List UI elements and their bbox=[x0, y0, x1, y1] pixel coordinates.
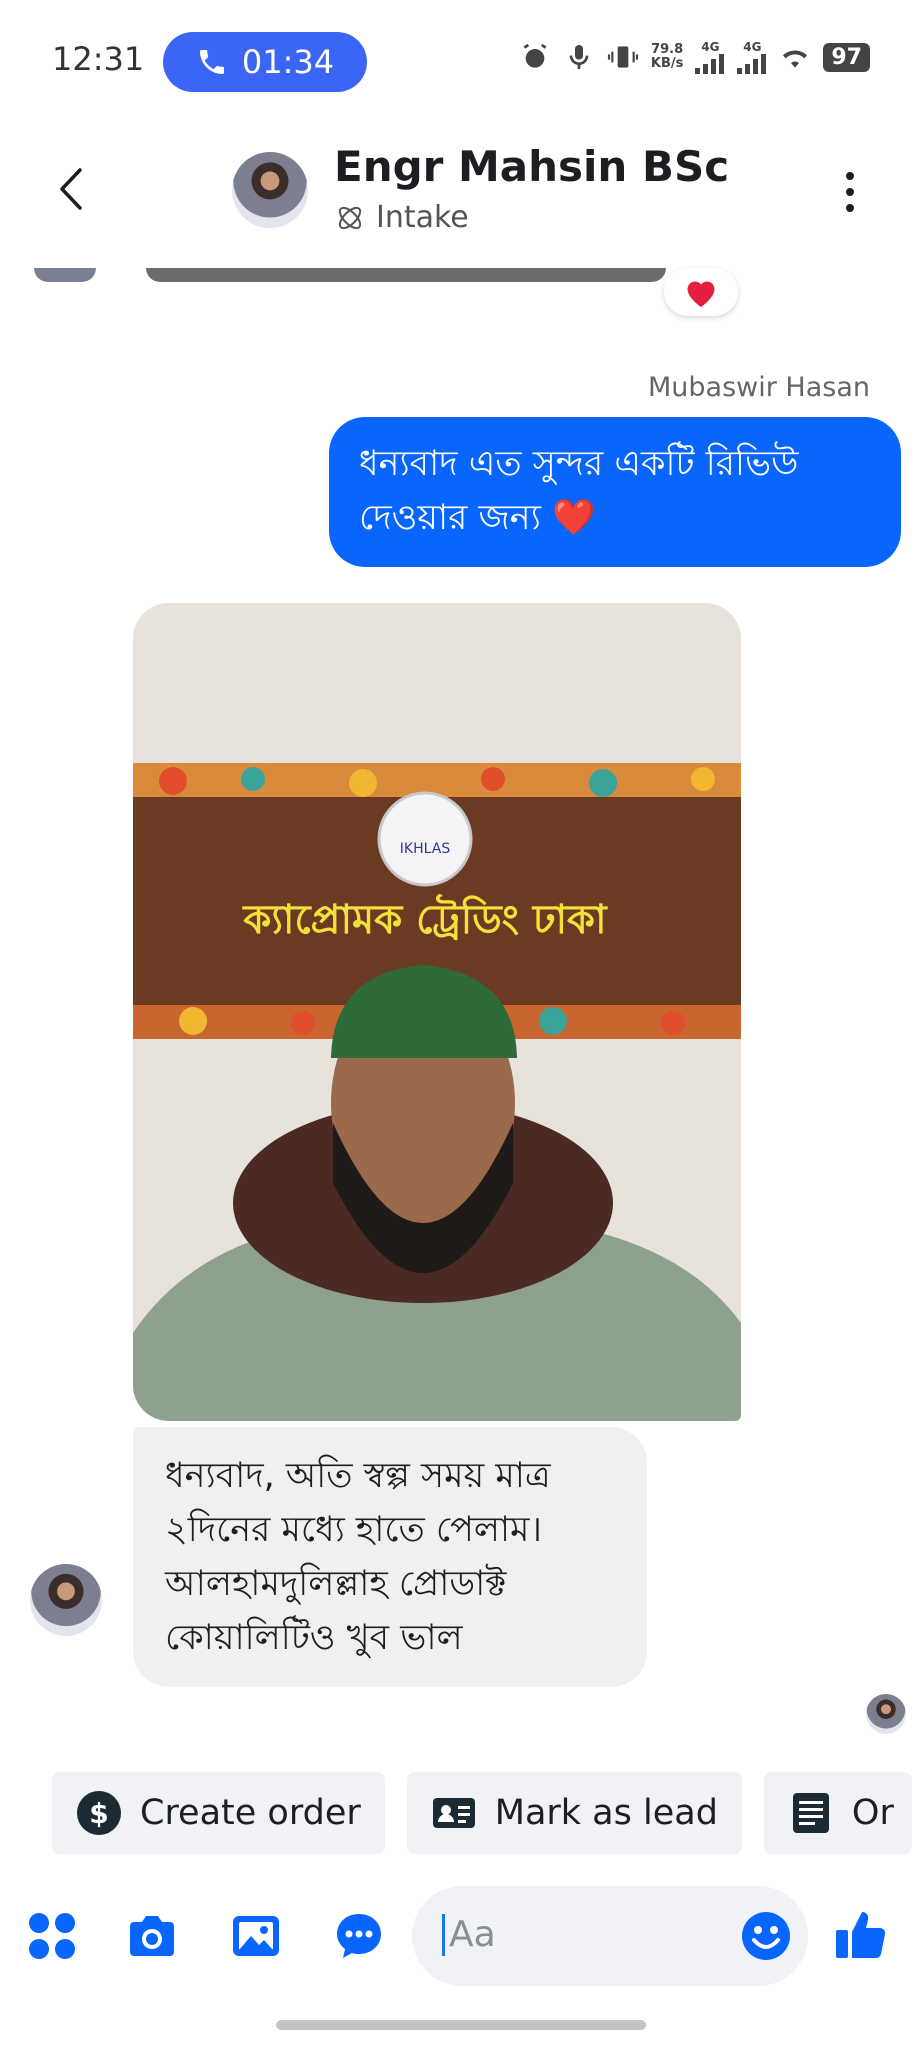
mark-as-lead-label: Mark as lead bbox=[494, 1793, 718, 1833]
contact-subtitle: Intake bbox=[334, 200, 469, 235]
signal-bars-icon bbox=[695, 54, 725, 74]
call-timer: 01:34 bbox=[241, 43, 335, 81]
shared-photo[interactable]: IKHLAS ক্যাপ্রোমক ট্রেডিং ঢাকা bbox=[133, 603, 741, 1421]
create-order-button[interactable]: $ Create order bbox=[52, 1772, 385, 1854]
message-composer: Aa bbox=[0, 1880, 922, 1992]
phone-icon bbox=[199, 50, 224, 74]
network-speed: 79.8 KB/s bbox=[651, 43, 683, 71]
heart-reaction[interactable] bbox=[664, 268, 738, 316]
dollar-icon: $ bbox=[77, 1791, 121, 1835]
banner-logo-text: IKHLAS bbox=[400, 841, 451, 857]
vibrate-icon bbox=[607, 46, 638, 68]
mark-as-lead-button[interactable]: Mark as lead bbox=[406, 1772, 742, 1854]
back-arrow-icon[interactable] bbox=[52, 164, 92, 214]
network-type-1: 4G bbox=[701, 40, 720, 54]
intake-icon bbox=[338, 206, 362, 229]
banner-text: ক্যাপ্রোমক ট্রেডিং ঢাকা bbox=[241, 894, 608, 943]
chat-header: Engr Mahsin BSc Intake bbox=[0, 104, 922, 272]
create-order-label: Create order bbox=[140, 1793, 361, 1833]
more-options-icon[interactable] bbox=[842, 170, 858, 214]
status-time: 12:31 bbox=[52, 40, 145, 78]
network-type-2: 4G bbox=[743, 40, 762, 54]
signal-2: 4G bbox=[737, 40, 767, 74]
sender-name: Mubaswir Hasan bbox=[648, 372, 870, 403]
signal-1: 4G bbox=[695, 40, 725, 74]
apps-menu-icon[interactable] bbox=[26, 1910, 78, 1962]
message-input[interactable]: Aa bbox=[412, 1886, 808, 1986]
net-speed-value: 79.8 bbox=[651, 42, 684, 57]
system-icons: 79.8 KB/s 4G 4G 97 bbox=[519, 40, 870, 74]
microphone-icon bbox=[569, 45, 589, 69]
order-label: Or bbox=[851, 1793, 894, 1833]
gallery-icon[interactable] bbox=[230, 1910, 282, 1962]
contact-name[interactable]: Engr Mahsin BSc bbox=[334, 142, 729, 191]
svg-text:$: $ bbox=[89, 1797, 108, 1830]
incoming-sender-avatar[interactable] bbox=[30, 1564, 102, 1636]
home-indicator[interactable] bbox=[276, 2020, 646, 2030]
chat-bubble-icon[interactable] bbox=[333, 1910, 385, 1962]
document-icon bbox=[792, 1793, 829, 1833]
id-card-icon bbox=[432, 1798, 475, 1828]
camera-icon[interactable] bbox=[126, 1910, 178, 1962]
previous-image-edge[interactable] bbox=[146, 268, 666, 282]
contact-avatar[interactable] bbox=[232, 152, 308, 228]
status-bar: 12:31 01:34 79.8 KB/s 4G 4G 97 bbox=[0, 0, 922, 104]
incoming-message-bubble[interactable]: ধন্যবাদ, অতি স্বল্প সময় মাত্র ২দিনের মধ… bbox=[133, 1427, 647, 1687]
battery-level: 97 bbox=[823, 42, 870, 72]
quick-actions-bar: $ Create order Mark as lead Or bbox=[52, 1772, 912, 1854]
heart-icon bbox=[687, 281, 715, 307]
contact-subtitle-text: Intake bbox=[376, 200, 469, 235]
outgoing-message-bubble[interactable]: ধন্যবাদ এত সুন্দর একটি রিভিউ দেওয়ার জন্… bbox=[329, 417, 901, 567]
wifi-icon bbox=[783, 50, 808, 68]
thumbs-up-icon[interactable] bbox=[834, 1906, 890, 1962]
photo-image: IKHLAS ক্যাপ্রোমক ট্রেডিং ঢাকা bbox=[133, 603, 741, 1421]
seen-receipt-avatar bbox=[866, 1694, 906, 1734]
net-speed-unit: KB/s bbox=[650, 56, 684, 71]
order-button[interactable]: Or bbox=[763, 1772, 912, 1854]
ongoing-call-pill[interactable]: 01:34 bbox=[163, 32, 367, 92]
signal-bars-icon bbox=[737, 54, 767, 74]
alarm-icon bbox=[523, 43, 547, 68]
message-input-placeholder: Aa bbox=[442, 1914, 496, 1956]
emoji-icon[interactable] bbox=[740, 1910, 792, 1962]
previous-sender-avatar bbox=[34, 268, 96, 282]
